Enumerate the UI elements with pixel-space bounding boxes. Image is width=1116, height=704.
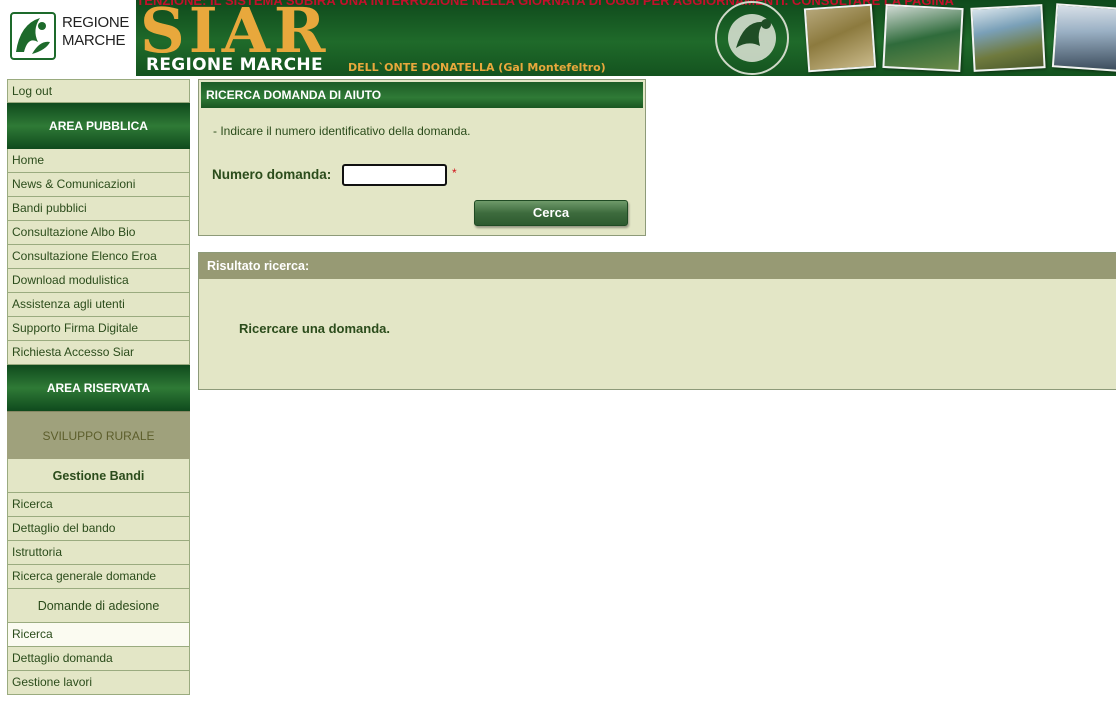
sidebar-item-news[interactable]: News & Comunicazioni	[7, 173, 190, 197]
search-panel-title: RICERCA DOMANDA DI AIUTO	[201, 82, 643, 108]
sidebar-item-bandi-pubblici[interactable]: Bandi pubblici	[7, 197, 190, 221]
sidebar-item-ricerca-generale[interactable]: Ricerca generale domande	[7, 565, 190, 589]
region-name: REGIONE MARCHE	[146, 55, 323, 75]
sidebar-item-home[interactable]: Home	[7, 149, 190, 173]
sidebar-nav: Log out AREA PUBBLICA Home News & Comuni…	[7, 79, 190, 695]
domande-adesione-group: Domande di adesione	[7, 589, 190, 623]
sidebar-item-elenco-eroa[interactable]: Consultazione Elenco Eroa	[7, 245, 190, 269]
area-pubblica-header: AREA PUBBLICA	[7, 103, 190, 149]
logo-text-line2: MARCHE	[62, 32, 126, 49]
logout-link[interactable]: Log out	[7, 79, 190, 103]
harvest-photo	[803, 3, 877, 73]
landscape-photo	[1051, 3, 1116, 73]
required-marker: *	[452, 166, 457, 180]
sidebar-item-assistenza[interactable]: Assistenza agli utenti	[7, 293, 190, 317]
sidebar-item-dettaglio-domanda[interactable]: Dettaglio domanda	[7, 647, 190, 671]
sidebar-item-istruttoria[interactable]: Istruttoria	[7, 541, 190, 565]
area-riservata-header: AREA RISERVATA	[7, 365, 190, 411]
sidebar-item-download-modulistica[interactable]: Download modulistica	[7, 269, 190, 293]
results-panel-title: Risultato ricerca:	[199, 253, 1116, 279]
app-logo: SIAR	[140, 0, 330, 67]
field-photo	[882, 4, 964, 72]
search-panel: RICERCA DOMANDA DI AIUTO - Indicare il n…	[198, 79, 646, 236]
tractor-photo	[970, 4, 1046, 72]
sidebar-item-gestione-lavori[interactable]: Gestione lavori	[7, 671, 190, 695]
region-crest-icon	[10, 12, 56, 60]
numero-domanda-input[interactable]	[342, 164, 447, 186]
results-panel: Risultato ricerca: Ricercare una domanda…	[198, 252, 1116, 390]
rural-development-seal-icon	[715, 1, 789, 75]
results-message: Ricercare una domanda.	[239, 321, 390, 336]
sidebar-item-domande-ricerca[interactable]: Ricerca	[7, 623, 190, 647]
sviluppo-rurale-section[interactable]: SVILUPPO RURALE	[7, 411, 190, 459]
site-header: ATTENZIONE: IL SISTEMA SUBIRÀ UNA INTERR…	[0, 0, 1116, 76]
region-logo[interactable]: REGIONE MARCHE	[0, 0, 136, 76]
search-hint: - Indicare il numero identificativo dell…	[213, 124, 471, 138]
sidebar-item-richiesta-accesso[interactable]: Richiesta Accesso Siar	[7, 341, 190, 365]
sidebar-item-firma-digitale[interactable]: Supporto Firma Digitale	[7, 317, 190, 341]
logo-text-line1: REGIONE	[62, 14, 130, 31]
gestione-bandi-group: Gestione Bandi	[7, 459, 190, 493]
numero-domanda-label: Numero domanda:	[212, 167, 332, 182]
sidebar-item-bandi-ricerca[interactable]: Ricerca	[7, 493, 190, 517]
sidebar-item-dettaglio-bando[interactable]: Dettaglio del bando	[7, 517, 190, 541]
logged-user: DELL`ONTE DONATELLA (Gal Montefeltro)	[348, 61, 606, 74]
sidebar-item-albo-bio[interactable]: Consultazione Albo Bio	[7, 221, 190, 245]
cerca-button[interactable]: Cerca	[474, 200, 628, 226]
